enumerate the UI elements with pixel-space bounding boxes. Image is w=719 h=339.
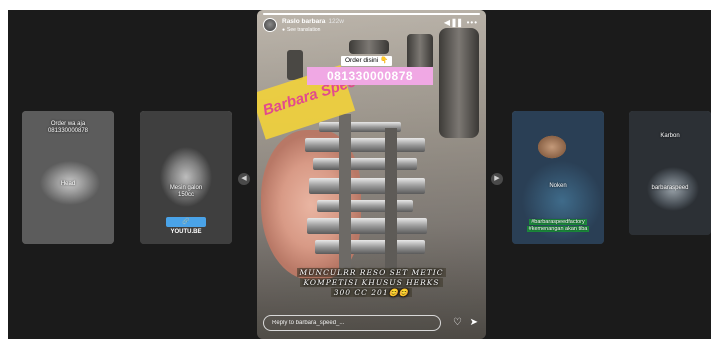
story-progress-fill xyxy=(263,13,480,15)
story-progress-bar xyxy=(263,13,480,15)
caption-line-1: MUNCULRR RESO SET METIC xyxy=(296,268,447,277)
story-caption: MUNCULRR RESO SET METIC KOMPETISI KHUSUS… xyxy=(277,268,466,298)
story-preview-card-engine[interactable]: Mesin galon 150cc 🔗 YOUTU.BE xyxy=(140,111,232,244)
order-sticker: Order disini 👇 xyxy=(341,56,393,66)
order-sticker-text: Order disini xyxy=(345,57,379,64)
story-preview-photo xyxy=(629,111,711,235)
reply-input[interactable] xyxy=(263,315,441,331)
reply-bar: ♡ ➤ xyxy=(263,315,480,333)
globe-icon: ● xyxy=(282,27,286,33)
speaker-icon[interactable]: ◀ xyxy=(444,18,450,28)
card-hashtag-2: #kemenangan akan tiba xyxy=(526,226,590,232)
card-label-line-2: 150cc xyxy=(177,192,194,198)
send-icon[interactable]: ➤ xyxy=(470,318,478,328)
chevron-right-icon: ▶ xyxy=(494,175,500,182)
link-icon: 🔗 xyxy=(182,219,190,225)
active-story[interactable]: Barbara Speed Raslo barbara 122w ● See tra… xyxy=(257,10,486,339)
pointing-down-icon: 👇 xyxy=(380,57,389,64)
see-translation-label: See translation xyxy=(287,27,321,33)
pause-icon[interactable]: ❚❚ xyxy=(451,18,463,28)
story-time-ago: 122w xyxy=(328,18,344,25)
more-icon[interactable]: ••• xyxy=(467,18,478,28)
see-translation-link[interactable]: ● See translation xyxy=(282,27,320,33)
phone-number-sticker: 081330000878 xyxy=(307,67,433,85)
card-hashtag-1: #barbaraspeedfactory xyxy=(529,219,587,225)
story-preview-card-barbaraspeed[interactable]: Karbon barbaraspeed xyxy=(629,111,711,235)
card-caption-line-1: Order wa aja xyxy=(50,121,86,127)
heart-icon[interactable]: ♡ xyxy=(453,318,462,328)
username-text[interactable]: Raslo barbara xyxy=(282,18,325,25)
story-viewer: Order wa aja 081330000878 Head Mesin gal… xyxy=(8,10,711,339)
card-caption-line-2: 081330000878 xyxy=(47,128,89,134)
card-top-label: Karbon xyxy=(660,133,680,139)
card-label: barbaraspeed xyxy=(651,185,689,191)
link-badge[interactable]: 🔗 YOUTU.BE xyxy=(166,217,206,235)
caption-line-3: 300 CC 201😊😊 xyxy=(330,288,413,297)
chevron-left-icon: ◀ xyxy=(241,175,247,182)
card-label: Noken xyxy=(549,183,567,189)
story-preview-card-noken[interactable]: Noken #barbaraspeedfactory #kemenangan a… xyxy=(512,111,604,244)
story-username[interactable]: Raslo barbara 122w xyxy=(282,18,344,25)
card-label: Head xyxy=(60,181,76,187)
avatar[interactable] xyxy=(263,18,277,32)
story-header: Raslo barbara 122w ● See translation ◀ ❚❚ … xyxy=(263,18,480,40)
link-badge-label: YOUTU.BE xyxy=(170,229,202,235)
previous-story-button[interactable]: ◀ xyxy=(238,173,250,185)
next-story-button[interactable]: ▶ xyxy=(491,173,503,185)
card-label-line-1: Mesin galon xyxy=(169,185,203,191)
caption-line-2: KOMPETISI KHUSUS HERKS xyxy=(300,278,443,287)
story-preview-card-head[interactable]: Order wa aja 081330000878 Head xyxy=(22,111,114,244)
